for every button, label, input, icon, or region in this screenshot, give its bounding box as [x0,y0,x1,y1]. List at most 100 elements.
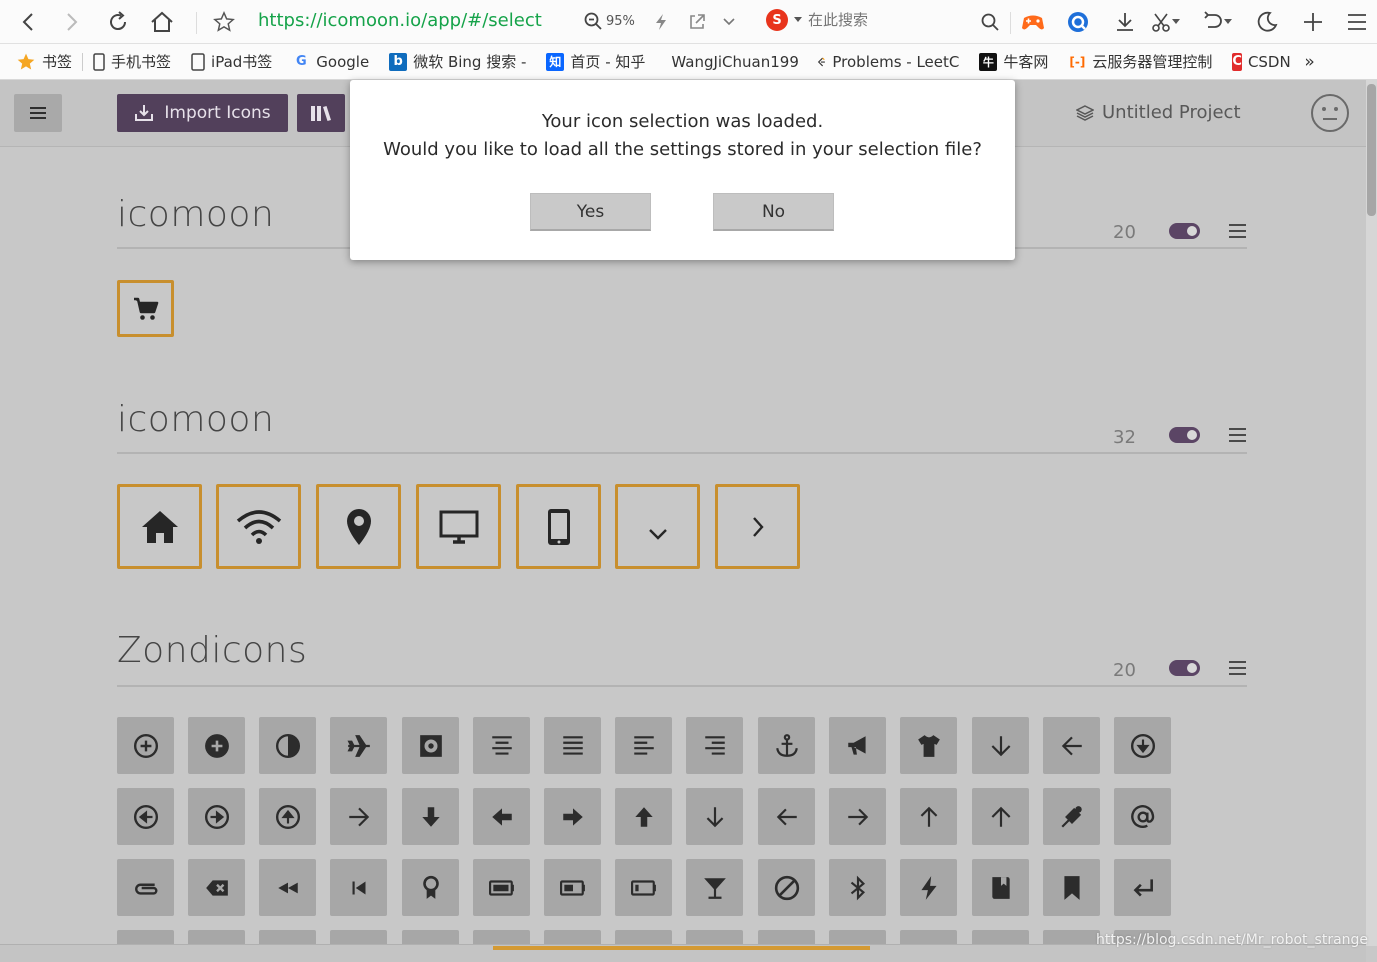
icon-set-toggle[interactable] [1169,223,1200,239]
icon-tile[interactable] [758,859,815,916]
search-input[interactable] [808,11,968,29]
icon-tile[interactable] [259,717,316,774]
page-scrollbar-thumb[interactable] [1367,84,1376,216]
icon-tile[interactable] [1043,930,1100,944]
back-button[interactable] [14,8,42,36]
bookmark-item[interactable]: 知 首页 - 知乎 [536,51,655,72]
icon-tile[interactable] [1114,788,1171,845]
yes-button[interactable]: Yes [530,193,651,231]
download-button[interactable] [1110,8,1140,36]
icon-tile-selected[interactable] [117,280,174,337]
import-icons-button[interactable]: Import Icons [117,94,288,132]
icon-set-menu-button[interactable] [1229,661,1246,675]
game-button[interactable] [1018,8,1048,36]
icon-tile[interactable] [188,859,245,916]
icon-tile[interactable] [1043,859,1100,916]
icon-tile[interactable] [259,930,316,944]
bookmark-item[interactable]: G Google [282,53,379,71]
icon-tile[interactable] [972,930,1029,944]
bookmark-item[interactable]: b 微软 Bing 搜索 - [379,51,536,72]
icon-set-menu-button[interactable] [1229,428,1246,442]
new-tab-button[interactable] [1298,8,1328,36]
icon-tile[interactable] [402,788,459,845]
bookmark-item[interactable]: [-] 云服务器管理控制 [1058,51,1222,72]
bookmark-overflow-button[interactable]: » [1298,52,1324,72]
bookmark-star-button[interactable] [210,8,238,36]
icon-tile[interactable] [544,859,601,916]
icon-tile[interactable] [117,717,174,774]
icon-tile[interactable] [117,859,174,916]
icon-tile[interactable] [686,859,743,916]
undo-button[interactable] [1202,8,1232,36]
icon-tile[interactable] [1043,788,1100,845]
icon-tile-selected[interactable] [516,484,601,569]
lightning-button[interactable] [646,8,676,36]
search-submit-button[interactable] [975,8,1005,36]
icon-tile-selected[interactable] [715,484,800,569]
icon-tile[interactable] [829,788,886,845]
icon-tile[interactable] [330,930,387,944]
icon-tile[interactable] [900,788,957,845]
icon-tile[interactable] [900,717,957,774]
icon-tile[interactable] [188,930,245,944]
icon-tile[interactable] [900,859,957,916]
no-button[interactable]: No [713,193,834,231]
icon-tile[interactable] [758,930,815,944]
icon-tile[interactable] [615,859,672,916]
icon-tile[interactable] [615,788,672,845]
share-button[interactable] [682,8,712,36]
user-avatar-icon[interactable] [1311,94,1349,132]
bookmark-item[interactable]: iPad书签 [181,51,282,72]
icon-tile[interactable] [544,717,601,774]
icon-tile[interactable] [972,717,1029,774]
bookmark-item[interactable]: 牛 牛客网 [969,51,1058,72]
reload-button[interactable] [104,8,132,36]
icon-tile-selected[interactable] [117,484,202,569]
forward-button[interactable] [58,8,86,36]
icon-tile[interactable] [1114,717,1171,774]
icon-tile[interactable] [829,717,886,774]
icon-tile[interactable] [117,930,174,944]
icon-tile[interactable] [544,788,601,845]
icon-tile[interactable] [544,930,601,944]
icon-tile[interactable] [402,717,459,774]
icon-tile[interactable] [900,930,957,944]
icon-tile[interactable] [1043,717,1100,774]
icon-tile[interactable] [259,788,316,845]
bookmark-item[interactable]: 书签 [16,51,82,72]
icon-tile-selected[interactable] [316,484,401,569]
icon-tile[interactable] [615,717,672,774]
icon-tile[interactable] [686,717,743,774]
icon-tile[interactable] [972,859,1029,916]
icon-tile[interactable] [473,930,530,944]
main-menu-button[interactable] [14,94,62,132]
bookmark-item[interactable]: 手机书签 [83,51,181,72]
icon-tile-selected[interactable] [615,484,700,569]
icon-set-menu-button[interactable] [1229,224,1246,238]
icon-tile[interactable] [188,788,245,845]
icon-tile[interactable] [758,717,815,774]
icon-tile[interactable] [686,788,743,845]
icon-tile[interactable] [473,788,530,845]
sogou-icon[interactable]: S [766,9,788,31]
icon-tile[interactable] [972,788,1029,845]
icon-library-button[interactable] [297,94,345,132]
icon-tile[interactable] [330,717,387,774]
icon-tile[interactable] [188,717,245,774]
zoom-indicator[interactable]: 95% [584,12,635,30]
icon-tile[interactable] [686,930,743,944]
icon-tile[interactable] [473,717,530,774]
search-box[interactable]: S [766,9,968,31]
icon-tile[interactable] [117,788,174,845]
icon-tile[interactable] [259,859,316,916]
icon-tile-selected[interactable] [416,484,501,569]
address-bar-url[interactable]: https://icomoon.io/app/#/select [258,10,542,31]
browser-menu-button[interactable] [1342,8,1372,36]
icon-tile[interactable] [829,930,886,944]
dropdown-button[interactable] [714,8,744,36]
bottom-active-tab[interactable] [493,946,870,962]
icon-tile[interactable] [829,859,886,916]
icon-set-toggle[interactable] [1169,660,1200,676]
night-mode-button[interactable] [1252,8,1282,36]
icon-tile[interactable] [758,788,815,845]
